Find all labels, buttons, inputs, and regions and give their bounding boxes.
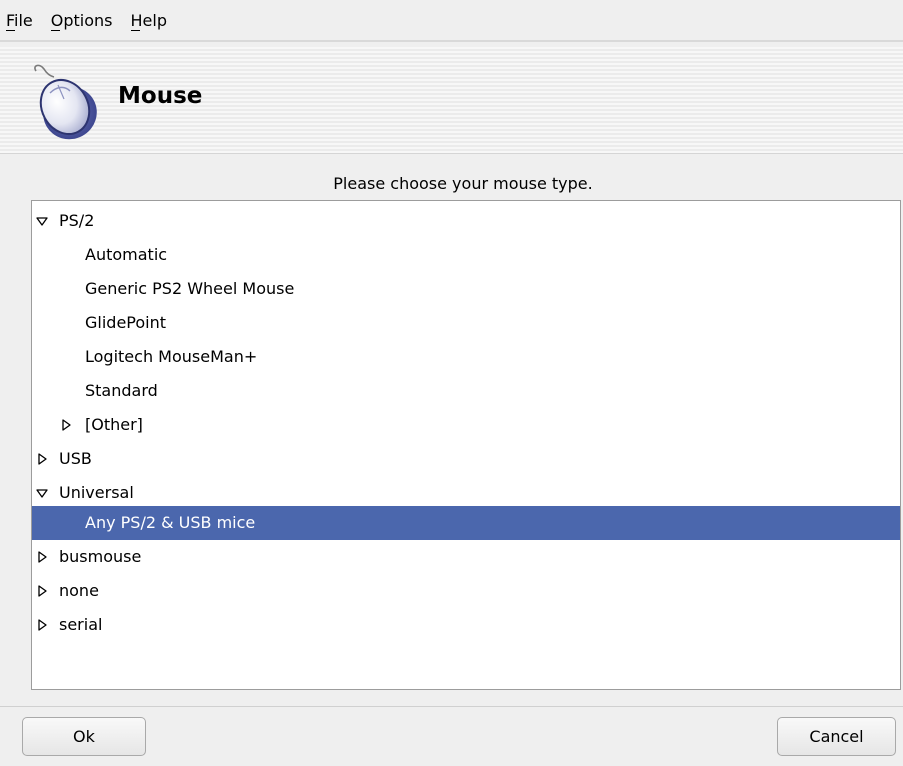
collapsed-triangle-icon[interactable]	[35, 574, 49, 608]
tree-item-label: Logitech MouseMan+	[85, 347, 258, 366]
tree-item-any-ps2-usb-mice[interactable]: Any PS/2 & USB mice	[32, 506, 900, 540]
tree-item-logitech-mouseman[interactable]: Logitech MouseMan+	[32, 340, 900, 374]
tree-item-generic-ps2-wheel-mouse[interactable]: Generic PS2 Wheel Mouse	[32, 272, 900, 306]
tree-item-label: GlidePoint	[85, 313, 167, 332]
tree-item-none[interactable]: none	[32, 574, 900, 608]
tree-item-busmouse[interactable]: busmouse	[32, 540, 900, 574]
menu-options[interactable]: Options	[49, 9, 115, 32]
tree-item-label: Universal	[59, 483, 134, 502]
menu-file[interactable]: File	[4, 9, 35, 32]
header-banner: Mouse	[0, 47, 903, 154]
tree-item-label: Standard	[85, 381, 158, 400]
page-title: Mouse	[118, 83, 203, 109]
tree-item-label: Any PS/2 & USB mice	[85, 513, 256, 532]
tree-item-other[interactable]: [Other]	[32, 408, 900, 442]
tree-item-label: busmouse	[59, 547, 142, 566]
cancel-button[interactable]: Cancel	[777, 717, 896, 756]
tree-item-serial[interactable]: serial	[32, 608, 900, 642]
expanded-triangle-icon[interactable]	[35, 476, 49, 510]
menubar: File Options Help	[0, 0, 903, 42]
tree-item-label: Automatic	[85, 245, 168, 264]
tree-item-standard[interactable]: Standard	[32, 374, 900, 408]
collapsed-triangle-icon[interactable]	[35, 540, 49, 574]
mouse-type-tree[interactable]: PS/2 Automatic Generic PS2 Wheel Mouse G…	[31, 200, 901, 690]
tree-item-glidepoint[interactable]: GlidePoint	[32, 306, 900, 340]
instruction-label: Please choose your mouse type.	[333, 174, 593, 193]
expanded-triangle-icon[interactable]	[35, 204, 49, 238]
collapsed-triangle-icon[interactable]	[35, 442, 49, 476]
footer-separator	[0, 706, 903, 707]
menu-help-label: Help	[130, 10, 167, 30]
tree-item-usb[interactable]: USB	[32, 442, 900, 476]
tree-item-label: [Other]	[85, 415, 143, 434]
tree-item-automatic[interactable]: Automatic	[32, 238, 900, 272]
tree-item-label: USB	[59, 449, 92, 468]
collapsed-triangle-icon[interactable]	[59, 408, 73, 442]
menu-file-label: File	[6, 10, 33, 30]
mnemonic-underline	[130, 29, 140, 31]
mouse-icon	[34, 64, 97, 140]
tree-item-label: PS/2	[59, 211, 95, 230]
menu-options-label: Options	[50, 10, 113, 30]
tree-item-universal[interactable]: Universal	[32, 476, 900, 510]
tree-item-label: serial	[59, 615, 103, 634]
tree-item-label: none	[59, 581, 99, 600]
tree-item-label: Generic PS2 Wheel Mouse	[85, 279, 295, 298]
ok-button[interactable]: Ok	[22, 717, 146, 756]
collapsed-triangle-icon[interactable]	[35, 608, 49, 642]
menu-help[interactable]: Help	[129, 9, 169, 32]
mnemonic-underline	[50, 29, 60, 31]
mnemonic-underline	[6, 29, 15, 31]
tree-item-ps2[interactable]: PS/2	[32, 204, 900, 238]
